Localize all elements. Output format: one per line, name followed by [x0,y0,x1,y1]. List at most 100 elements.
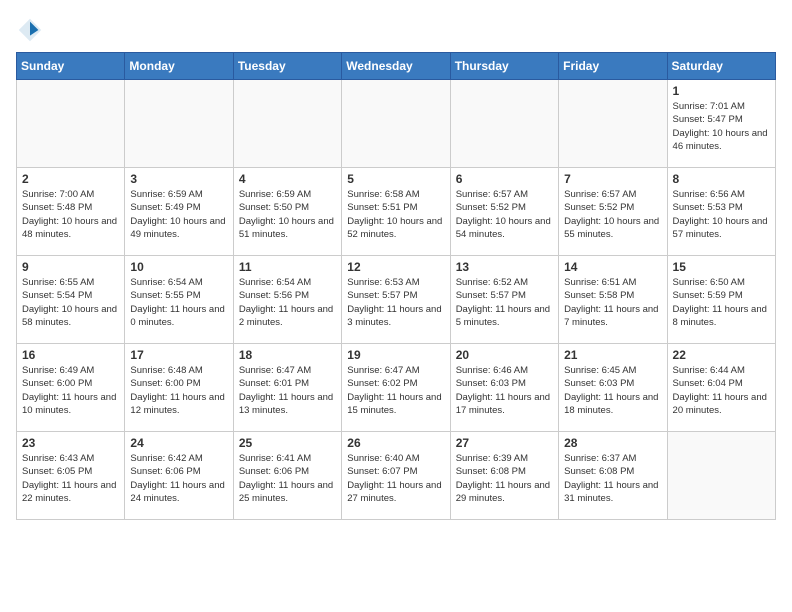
day-number: 12 [347,260,444,274]
day-info: Sunrise: 6:57 AM Sunset: 5:52 PM Dayligh… [456,188,553,241]
day-number: 14 [564,260,661,274]
calendar-cell: 1 Sunrise: 7:01 AM Sunset: 5:47 PM Daylig… [667,80,775,168]
day-info: Sunrise: 6:57 AM Sunset: 5:52 PM Dayligh… [564,188,661,241]
calendar-cell [125,80,233,168]
calendar-cell: 11 Sunrise: 6:54 AM Sunset: 5:56 PM Dayli… [233,256,341,344]
calendar-cell: 10 Sunrise: 6:54 AM Sunset: 5:55 PM Dayli… [125,256,233,344]
day-info: Sunrise: 7:00 AM Sunset: 5:48 PM Dayligh… [22,188,119,241]
calendar-cell: 13 Sunrise: 6:52 AM Sunset: 5:57 PM Dayli… [450,256,558,344]
day-number: 20 [456,348,553,362]
day-info: Sunrise: 6:56 AM Sunset: 5:53 PM Dayligh… [673,188,770,241]
calendar-cell: 14 Sunrise: 6:51 AM Sunset: 5:58 PM Dayli… [559,256,667,344]
day-of-week-header: Tuesday [233,53,341,80]
calendar-week-row: 23Sunrise: 6:43 AM Sunset: 6:05 PM Dayli… [17,432,776,520]
calendar-cell [17,80,125,168]
day-info: Sunrise: 6:39 AM Sunset: 6:08 PM Dayligh… [456,452,553,505]
calendar-cell [450,80,558,168]
day-info: Sunrise: 6:48 AM Sunset: 6:00 PM Dayligh… [130,364,227,417]
day-info: Sunrise: 6:45 AM Sunset: 6:03 PM Dayligh… [564,364,661,417]
day-info: Sunrise: 6:55 AM Sunset: 5:54 PM Dayligh… [22,276,119,329]
day-number: 3 [130,172,227,186]
day-info: Sunrise: 6:49 AM Sunset: 6:00 PM Dayligh… [22,364,119,417]
calendar-week-row: 2 Sunrise: 7:00 AM Sunset: 5:48 PM Daylig… [17,168,776,256]
day-number: 6 [456,172,553,186]
calendar-cell: 18 Sunrise: 6:47 AM Sunset: 6:01 PM Dayli… [233,344,341,432]
calendar-cell: 19Sunrise: 6:47 AM Sunset: 6:02 PM Dayli… [342,344,450,432]
logo-icon [16,16,44,44]
day-number: 22 [673,348,770,362]
calendar-cell [342,80,450,168]
calendar-cell: 7 Sunrise: 6:57 AM Sunset: 5:52 PM Daylig… [559,168,667,256]
calendar-cell [667,432,775,520]
day-number: 15 [673,260,770,274]
calendar-cell: 5 Sunrise: 6:58 AM Sunset: 5:51 PM Daylig… [342,168,450,256]
day-of-week-header: Wednesday [342,53,450,80]
day-info: Sunrise: 6:51 AM Sunset: 5:58 PM Dayligh… [564,276,661,329]
day-number: 21 [564,348,661,362]
day-info: Sunrise: 6:47 AM Sunset: 6:02 PM Dayligh… [347,364,444,417]
calendar-cell: 9 Sunrise: 6:55 AM Sunset: 5:54 PM Daylig… [17,256,125,344]
day-number: 18 [239,348,336,362]
day-number: 27 [456,436,553,450]
day-info: Sunrise: 6:54 AM Sunset: 5:55 PM Dayligh… [130,276,227,329]
day-of-week-header: Monday [125,53,233,80]
calendar-cell: 24 Sunrise: 6:42 AM Sunset: 6:06 PM Dayli… [125,432,233,520]
day-info: Sunrise: 6:46 AM Sunset: 6:03 PM Dayligh… [456,364,553,417]
day-info: Sunrise: 6:58 AM Sunset: 5:51 PM Dayligh… [347,188,444,241]
day-info: Sunrise: 6:47 AM Sunset: 6:01 PM Dayligh… [239,364,336,417]
day-info: Sunrise: 6:59 AM Sunset: 5:49 PM Dayligh… [130,188,227,241]
calendar-cell: 8 Sunrise: 6:56 AM Sunset: 5:53 PM Daylig… [667,168,775,256]
day-of-week-header: Saturday [667,53,775,80]
day-info: Sunrise: 6:59 AM Sunset: 5:50 PM Dayligh… [239,188,336,241]
day-info: Sunrise: 6:53 AM Sunset: 5:57 PM Dayligh… [347,276,444,329]
calendar-cell: 6 Sunrise: 6:57 AM Sunset: 5:52 PM Daylig… [450,168,558,256]
calendar-cell: 25 Sunrise: 6:41 AM Sunset: 6:06 PM Dayli… [233,432,341,520]
day-of-week-header: Thursday [450,53,558,80]
day-info: Sunrise: 6:50 AM Sunset: 5:59 PM Dayligh… [673,276,770,329]
day-number: 24 [130,436,227,450]
calendar-cell: 2 Sunrise: 7:00 AM Sunset: 5:48 PM Daylig… [17,168,125,256]
logo [16,16,48,44]
day-number: 16 [22,348,119,362]
day-of-week-header: Friday [559,53,667,80]
calendar-cell: 27 Sunrise: 6:39 AM Sunset: 6:08 PM Dayli… [450,432,558,520]
calendar-cell [559,80,667,168]
calendar-cell: 4 Sunrise: 6:59 AM Sunset: 5:50 PM Daylig… [233,168,341,256]
day-number: 7 [564,172,661,186]
calendar-header: SundayMondayTuesdayWednesdayThursdayFrid… [17,53,776,80]
calendar-cell: 17Sunrise: 6:48 AM Sunset: 6:00 PM Dayli… [125,344,233,432]
day-info: Sunrise: 6:54 AM Sunset: 5:56 PM Dayligh… [239,276,336,329]
days-of-week-row: SundayMondayTuesdayWednesdayThursdayFrid… [17,53,776,80]
page-header [16,16,776,44]
day-info: Sunrise: 6:37 AM Sunset: 6:08 PM Dayligh… [564,452,661,505]
calendar-table: SundayMondayTuesdayWednesdayThursdayFrid… [16,52,776,520]
calendar-week-row: 16 Sunrise: 6:49 AM Sunset: 6:00 PM Dayli… [17,344,776,432]
day-number: 8 [673,172,770,186]
day-number: 9 [22,260,119,274]
day-info: Sunrise: 7:01 AM Sunset: 5:47 PM Dayligh… [673,100,770,153]
day-number: 1 [673,84,770,98]
calendar-cell: 26Sunrise: 6:40 AM Sunset: 6:07 PM Dayli… [342,432,450,520]
day-number: 23 [22,436,119,450]
calendar-week-row: 9 Sunrise: 6:55 AM Sunset: 5:54 PM Daylig… [17,256,776,344]
calendar-body: 1 Sunrise: 7:01 AM Sunset: 5:47 PM Daylig… [17,80,776,520]
calendar-cell: 16 Sunrise: 6:49 AM Sunset: 6:00 PM Dayli… [17,344,125,432]
calendar-cell: 3 Sunrise: 6:59 AM Sunset: 5:49 PM Daylig… [125,168,233,256]
day-info: Sunrise: 6:41 AM Sunset: 6:06 PM Dayligh… [239,452,336,505]
day-info: Sunrise: 6:52 AM Sunset: 5:57 PM Dayligh… [456,276,553,329]
calendar-cell: 28 Sunrise: 6:37 AM Sunset: 6:08 PM Dayli… [559,432,667,520]
calendar-cell: 12 Sunrise: 6:53 AM Sunset: 5:57 PM Dayli… [342,256,450,344]
day-number: 4 [239,172,336,186]
day-number: 13 [456,260,553,274]
day-number: 28 [564,436,661,450]
day-number: 25 [239,436,336,450]
day-number: 2 [22,172,119,186]
day-info: Sunrise: 6:42 AM Sunset: 6:06 PM Dayligh… [130,452,227,505]
day-number: 11 [239,260,336,274]
day-number: 10 [130,260,227,274]
calendar-cell: 23Sunrise: 6:43 AM Sunset: 6:05 PM Dayli… [17,432,125,520]
calendar-cell: 22Sunrise: 6:44 AM Sunset: 6:04 PM Dayli… [667,344,775,432]
calendar-cell: 15 Sunrise: 6:50 AM Sunset: 5:59 PM Dayli… [667,256,775,344]
day-number: 5 [347,172,444,186]
day-number: 26 [347,436,444,450]
